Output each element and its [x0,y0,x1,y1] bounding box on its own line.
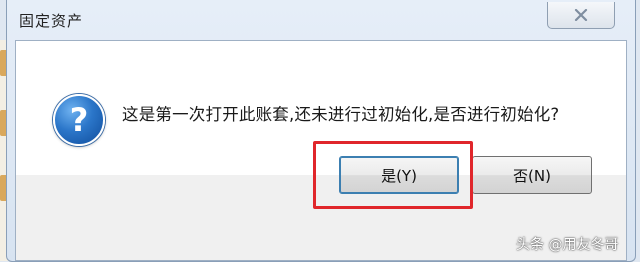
dialog-client: ? 这是第一次打开此账套,还未进行过初始化,是否进行初始化? [15,40,627,261]
watermark: 头条 @用友冬哥 [516,237,619,253]
no-button[interactable]: 否(N) [472,156,592,194]
message-area: ? 这是第一次打开此账套,还未进行过初始化,是否进行初始化? [16,41,626,175]
dialog-titlebar: 固定资产 [7,0,635,40]
dialog-title: 固定资产 [19,12,84,30]
dialog-message: 这是第一次打开此账套,还未进行过初始化,是否进行初始化? [122,105,560,124]
dialog-window: 固定资产 ? 这是第一次打开此账套,还未进行过初始化,是否进行初始化? 是(Y)… [6,0,636,262]
close-icon [574,9,588,21]
yes-button[interactable]: 是(Y) [339,156,459,194]
question-icon: ? [53,94,105,146]
close-button[interactable] [547,2,615,29]
